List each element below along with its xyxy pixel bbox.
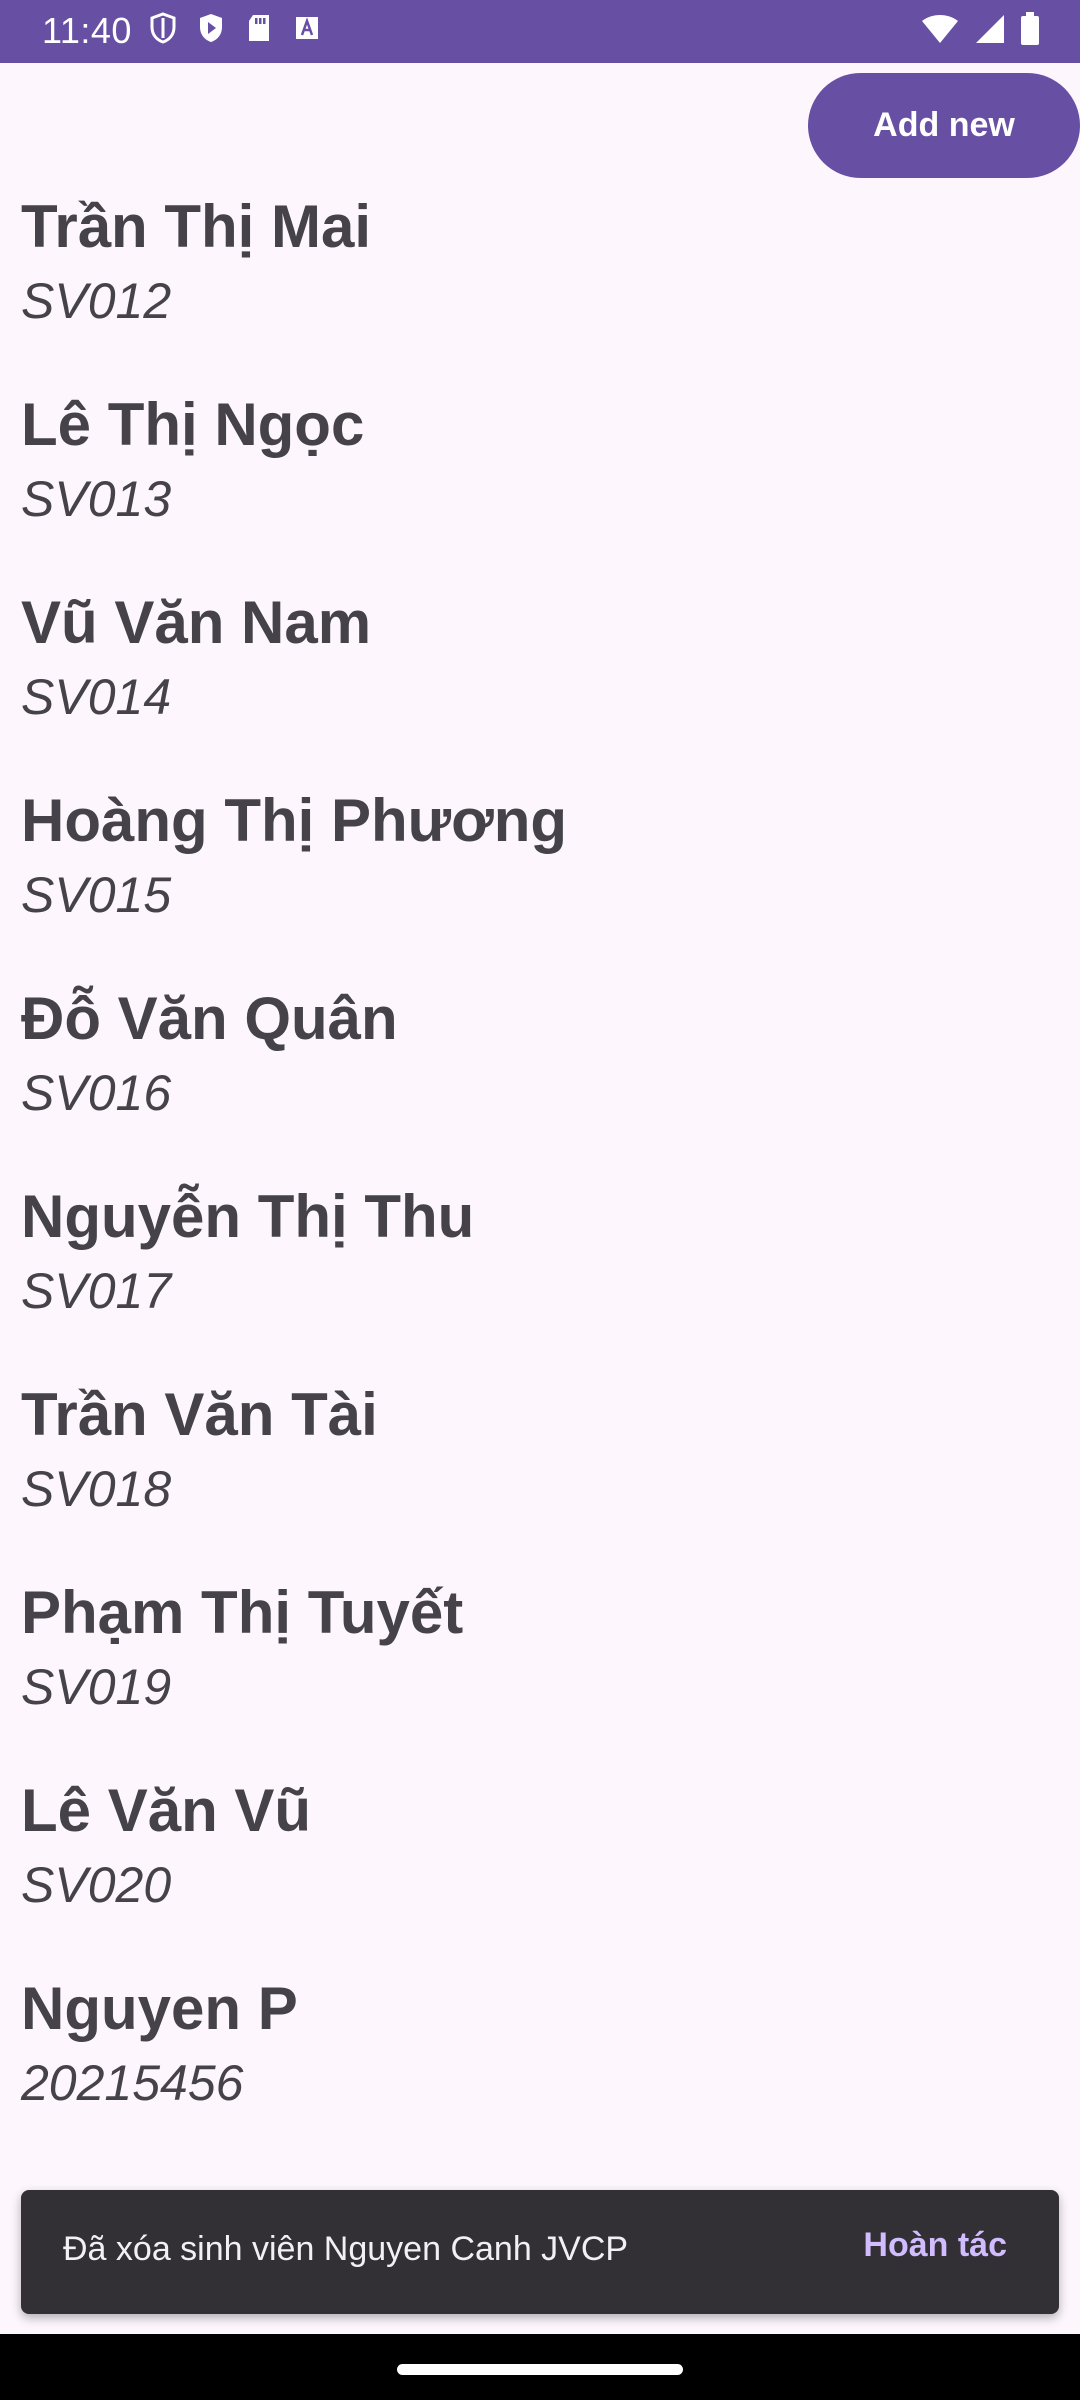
status-time: 11:40 [42, 10, 132, 51]
student-name: Trần Văn Tài [21, 1381, 378, 1448]
student-list-item[interactable]: Đỗ Văn Quân SV016 [0, 972, 1080, 1170]
snackbar-message: Đã xóa sinh viên Nguyen Canh JVCP [63, 2230, 629, 2268]
student-name: A [21, 2172, 64, 2180]
student-id: SV015 [21, 867, 172, 923]
gesture-handle[interactable] [397, 2364, 683, 2375]
add-new-button[interactable]: Add new [808, 73, 1080, 178]
student-list-item[interactable]: A [0, 2160, 1080, 2180]
student-name: Hoàng Thị Phương [21, 787, 568, 854]
sd-card-icon [246, 13, 272, 43]
student-list-item[interactable]: Hoàng Thị Phương SV015 [0, 774, 1080, 972]
student-id: SV018 [21, 1461, 172, 1517]
student-list-item[interactable]: Lê Thị Ngọc SV013 [0, 378, 1080, 576]
student-name: Phạm Thị Tuyết [21, 1579, 464, 1646]
student-name: Lê Thị Ngọc [21, 391, 365, 458]
student-id: SV012 [21, 273, 172, 329]
font-a-icon [294, 14, 320, 42]
snackbar: Đã xóa sinh viên Nguyen Canh JVCP Hoàn t… [21, 2190, 1059, 2314]
shield-icon [150, 12, 176, 44]
student-list-item[interactable]: Nguyễn Thị Thu SV017 [0, 1170, 1080, 1368]
wifi-icon [920, 13, 960, 45]
student-name: Trần Thị Mai [21, 193, 372, 260]
student-id: 20215456 [21, 2055, 244, 2111]
status-bar: 11:40 [0, 0, 1080, 63]
student-id: SV020 [21, 1857, 172, 1913]
student-name: Đỗ Văn Quân [21, 985, 398, 1052]
student-list-item[interactable]: Nguyen P 20215456 [0, 1962, 1080, 2160]
student-list-item[interactable]: Phạm Thị Tuyết SV019 [0, 1566, 1080, 1764]
student-name: Vũ Văn Nam [21, 589, 372, 656]
student-name: Lê Văn Vũ [21, 1777, 312, 1844]
student-id: SV014 [21, 669, 172, 725]
student-id: SV017 [21, 1263, 172, 1319]
play-protect-icon [198, 12, 224, 44]
student-id: SV013 [21, 471, 172, 527]
student-name: Nguyen P [21, 1975, 298, 2042]
student-list-item[interactable]: Lê Văn Vũ SV020 [0, 1764, 1080, 1962]
battery-icon [1020, 12, 1040, 46]
student-id: SV016 [21, 1065, 172, 1121]
student-name: Nguyễn Thị Thu [21, 1183, 475, 1250]
student-id: SV019 [21, 1659, 172, 1715]
student-list[interactable]: Trần Thị Mai SV012 Lê Thị Ngọc SV013 Vũ … [0, 180, 1080, 2180]
cellular-signal-icon [974, 13, 1006, 45]
undo-button[interactable]: Hoàn tác [863, 2226, 1007, 2265]
student-list-item[interactable]: Vũ Văn Nam SV014 [0, 576, 1080, 774]
student-list-item[interactable]: Trần Văn Tài SV018 [0, 1368, 1080, 1566]
student-list-item[interactable]: Trần Thị Mai SV012 [0, 180, 1080, 378]
